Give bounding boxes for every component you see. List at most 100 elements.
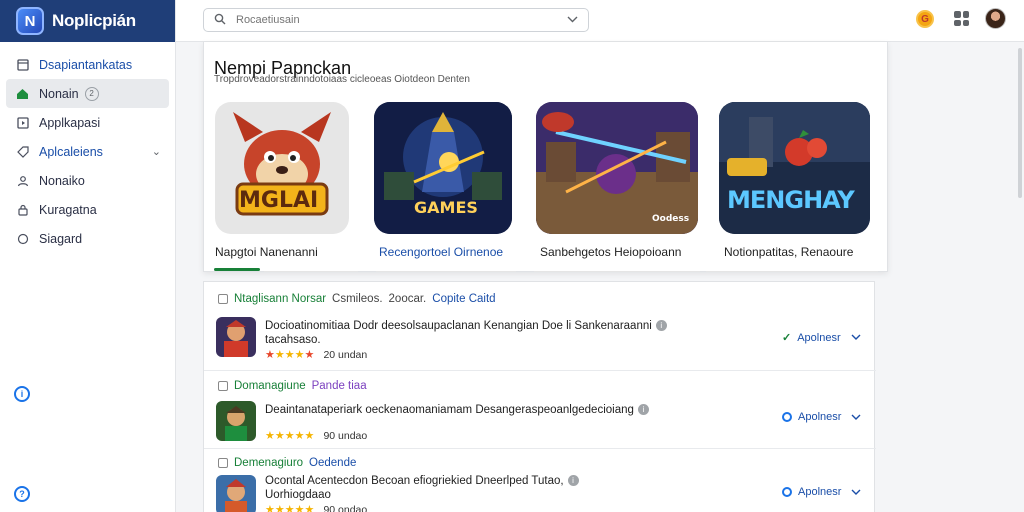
star-icon: ★ [284,430,295,442]
list-item[interactable]: Ntaglisann Norsar Csmileos. 2oocar. Copi… [204,282,876,370]
sidebar-item-people[interactable]: Nonaiko [6,166,169,195]
install-label: Apolnesr [798,486,842,498]
row-header: Demenagiuro Oedende [218,457,356,469]
install-label: Apolnesr [797,331,841,344]
tile-art-text: MENGHAY [727,186,855,214]
checkbox[interactable] [218,294,228,304]
star-icon: ★ [274,504,285,512]
featured-tile-image[interactable]: MGLAI [215,102,349,234]
featured-tile-label[interactable]: Sanbehgetos Heiopoioann [540,245,681,259]
row-tag: Demenagiuro [234,457,304,469]
divider [706,271,878,272]
avatar[interactable] [985,8,1006,29]
check-icon: ✓ [782,332,792,344]
sidebar-item-label: Aplcaleiens [39,144,103,159]
star-icon: ★ [294,504,305,512]
app-logo: N [16,7,44,35]
chevron-down-icon[interactable] [567,15,578,26]
row-tag: 2oocar. [388,293,427,305]
star-icon: ★ [304,430,315,442]
star-icon: ★ [265,349,275,361]
star-icon: ★ [274,430,285,442]
row-tag: Csmileos. [332,293,383,305]
install-button[interactable]: Apolnesr [782,486,861,498]
sidebar: N Noplicpián Dsapiantankatas Nonain 2 Ap… [0,0,176,512]
featured-tile-label[interactable]: Napgtoi Nanenanni [215,245,318,259]
rating-count: 90 ondao [323,504,368,512]
info-icon[interactable]: i [567,475,579,487]
featured-tile-image[interactable]: MENGHAY [719,102,870,234]
tag-icon [16,145,29,158]
home-icon [16,87,29,100]
star-icon: ★ [304,504,315,512]
featured-tile-label[interactable]: Recengortoel Oirnenoe [379,245,503,259]
sidebar-item-settings[interactable]: Siagard [6,224,169,253]
lock-icon [16,203,29,216]
sidebar-item-label: Nonaiko [39,173,85,188]
app-thumbnail[interactable] [216,401,256,441]
sidebar-item-dashboard[interactable]: Dsapiantankatas [6,50,169,79]
star-icon: ★ [274,349,285,361]
count-badge: 2 [84,86,99,101]
info-icon[interactable]: i [14,386,30,402]
featured-tile-image[interactable]: Oodess [536,102,698,234]
chevron-down-icon[interactable] [851,487,861,498]
download-icon [782,487,792,497]
active-tab-indicator [214,268,260,271]
divider [376,271,516,272]
help-icon[interactable]: ? [14,486,30,502]
chevron-down-icon[interactable] [851,332,861,343]
coin-icon[interactable]: G [916,10,934,28]
sidebar-item-security[interactable]: Kuragatna [6,195,169,224]
circle-icon [16,232,29,245]
chevron-down-icon[interactable]: ⌄ [152,145,161,158]
divider [534,271,700,272]
list-item[interactable]: Demenagiuro Oedende Ocontal Acentecdon B… [204,449,876,512]
sidebar-item-label: Siagard [39,231,83,246]
star-icon: ★ [294,430,305,442]
row-tag: Pande tiaa [311,380,367,392]
rating-count: 90 undao [323,430,368,442]
list-item[interactable]: Domanagiune Pande tiaa Deaintanataperiar… [204,371,876,447]
scrollbar[interactable] [1018,48,1022,198]
star-icon: ★ [284,504,295,512]
install-button[interactable]: ✓ Apolnesr [782,331,861,344]
checkbox[interactable] [218,381,228,391]
app-thumbnail[interactable] [216,317,256,357]
featured-tile-image[interactable]: GAMES [374,102,512,234]
star-icon: ★ [265,430,275,442]
install-button[interactable]: Apolnesr [782,411,861,423]
row-tag: Copite Caitd [432,293,496,305]
row-header: Domanagiune Pande tiaa [218,380,367,392]
install-label: Apolnesr [798,411,842,423]
top-bar: G [176,0,1024,42]
apps-grid-icon[interactable] [954,11,969,26]
section-subtitle: Tropdroveadorstrainndotoiaas cicleoeas O… [214,74,470,85]
app-description: Docioatinomitiaa Dodr deesolsaupaclanan … [265,319,667,347]
featured-section: Nempi Papnckan Tropdroveadorstrainndotoi… [203,42,888,272]
search-input[interactable] [236,14,557,26]
row-tag: Oedende [309,457,357,469]
divider [264,271,358,272]
sidebar-item-categories[interactable]: Aplcaleiens ⌄ [6,137,169,166]
star-icon: ★ [294,349,305,361]
row-tag: Domanagiune [234,380,306,392]
rating: ★★★★★ 20 undan [265,348,367,361]
app-list: Ntaglisann Norsar Csmileos. 2oocar. Copi… [203,281,876,512]
rating: ★★★★★ 90 undao [265,429,367,442]
info-icon[interactable]: i [637,404,649,416]
app-thumbnail[interactable] [216,475,256,512]
featured-tile-label[interactable]: Notionpatitas, Renaoure [724,245,853,259]
chevron-down-icon[interactable] [851,412,861,423]
info-icon[interactable]: i [655,320,667,332]
sidebar-item-apps[interactable]: Applkapasi [6,108,169,137]
rating-count: 20 undan [323,349,368,361]
search-box[interactable] [203,8,589,32]
sidebar-item-home[interactable]: Nonain 2 [6,79,169,108]
checkbox[interactable] [218,458,228,468]
star-icon: ★ [304,349,315,361]
brand-bar[interactable]: N Noplicpián [0,0,175,42]
app-description: Ocontal Acentecdon Becoan efiogriekied D… [265,474,579,502]
app-description: Deaintanataperiark oeckenaomaniamam Desa… [265,403,649,417]
row-tag: Ntaglisann Norsar [234,293,327,305]
